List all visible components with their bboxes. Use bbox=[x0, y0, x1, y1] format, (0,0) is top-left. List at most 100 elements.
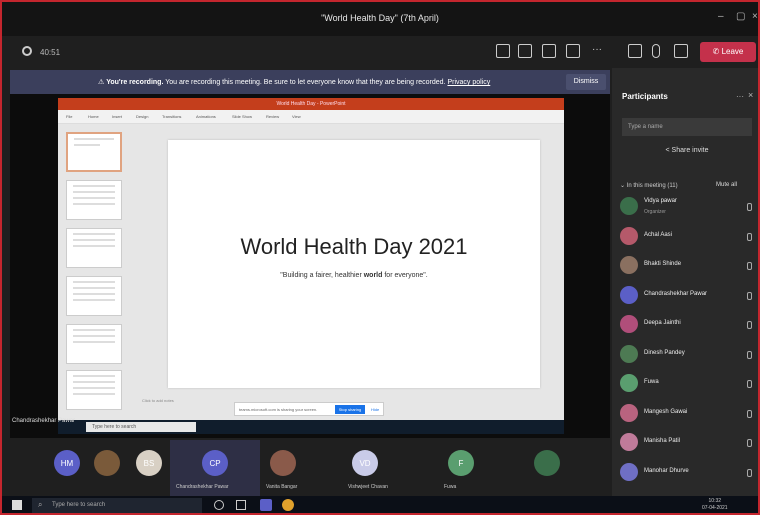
mic-icon bbox=[747, 468, 752, 477]
in-meeting-header: ⌄ In this meeting (11) bbox=[620, 183, 678, 189]
presenter-name: Chandrashekhar Pawar bbox=[12, 418, 76, 424]
slide-thumbnail bbox=[66, 228, 122, 268]
participant-row[interactable]: Achal Aasi bbox=[620, 224, 756, 250]
mic-icon bbox=[747, 291, 752, 300]
video-gallery: HM BS CP Chandrashekhar Pawar Vanita Bangar V… bbox=[10, 440, 610, 496]
participant-row[interactable]: Manohar Dhurve bbox=[620, 460, 756, 486]
ribbon-tab: Review bbox=[266, 114, 280, 119]
mute-all-button[interactable]: Mute all bbox=[716, 182, 737, 188]
avatar: CP bbox=[202, 450, 228, 476]
stop-sharing-button[interactable]: Stop sharing bbox=[335, 405, 365, 414]
ppt-title: World Health Day - PowerPoint bbox=[58, 98, 564, 110]
share-tray-icon[interactable] bbox=[674, 44, 688, 58]
shared-screen: World Health Day - PowerPoint File Home … bbox=[10, 94, 610, 438]
panel-more-icon[interactable]: ··· bbox=[736, 92, 744, 101]
participant-row[interactable]: Fuwa bbox=[620, 371, 756, 397]
mic-icon bbox=[747, 232, 752, 241]
panel-title: Participants bbox=[622, 92, 668, 101]
ppt-ribbon: File Home Insert Design Transitions Anim… bbox=[58, 110, 564, 124]
reactions-icon[interactable] bbox=[542, 44, 556, 58]
ribbon-tab: Insert bbox=[112, 114, 123, 119]
camera-icon[interactable] bbox=[628, 44, 642, 58]
chevron-down-icon: ⌄ bbox=[620, 183, 627, 189]
avatar bbox=[534, 450, 560, 476]
chrome-taskbar-icon[interactable] bbox=[282, 499, 294, 511]
video-tile[interactable]: VD Vishwjeet Chavan bbox=[348, 440, 428, 496]
tile-name: Vishwjeet Chavan bbox=[348, 484, 388, 490]
avatar bbox=[620, 197, 638, 215]
avatar bbox=[270, 450, 296, 476]
remote-taskbar: Type here to search bbox=[58, 420, 564, 434]
avatar bbox=[94, 450, 120, 476]
mic-icon bbox=[747, 262, 752, 270]
ribbon-tab: View bbox=[292, 114, 301, 119]
windows-search-input[interactable]: Type here to search bbox=[32, 498, 202, 513]
recording-banner: ⚠ You're recording. You are recording th… bbox=[10, 70, 610, 94]
chat-icon[interactable] bbox=[518, 44, 532, 58]
panel-close-icon[interactable]: × bbox=[748, 90, 753, 100]
participant-name: Manohar Dhurve bbox=[644, 467, 689, 474]
participant-name: Achal Aasi bbox=[644, 231, 673, 238]
participant-name: Manisha Patil bbox=[644, 438, 681, 444]
participant-row[interactable]: Chandrashekhar Pawar bbox=[620, 283, 756, 309]
participants-panel: Participants ··· × Type a name < Share i… bbox=[612, 68, 758, 498]
slide-notes: Click to add notes bbox=[142, 398, 174, 403]
slide-subtitle: "Building a fairer, healthier world for … bbox=[280, 272, 428, 279]
privacy-policy-link[interactable]: Privacy policy bbox=[447, 79, 490, 86]
powerpoint-window: World Health Day - PowerPoint File Home … bbox=[58, 98, 564, 420]
title-bar: "World Health Day" (7th April) – ▢ × bbox=[2, 2, 758, 36]
dismiss-button[interactable]: Dismiss bbox=[566, 74, 606, 90]
participant-row[interactable]: Mangesh Gawai bbox=[620, 401, 756, 427]
warning-icon: ⚠ bbox=[98, 79, 107, 86]
task-view-icon[interactable] bbox=[236, 500, 246, 510]
participant-name: Dinesh Pandey bbox=[644, 349, 685, 356]
windows-start-icon[interactable] bbox=[12, 500, 22, 510]
recording-message: ⚠ You're recording. You are recording th… bbox=[98, 79, 491, 86]
maximize-icon[interactable]: ▢ bbox=[736, 11, 745, 22]
tile-name: Vanita Bangar bbox=[266, 484, 298, 490]
participant-row[interactable]: Vidya pawar Organizer bbox=[620, 194, 756, 220]
mic-icon bbox=[747, 380, 752, 388]
mic-icon[interactable] bbox=[652, 44, 660, 58]
avatar: BS bbox=[136, 450, 162, 476]
participants-icon[interactable] bbox=[496, 44, 510, 58]
hide-button[interactable]: Hide bbox=[371, 407, 379, 412]
search-icon: ⌕ bbox=[38, 500, 43, 509]
participant-search-input[interactable]: Type a name bbox=[622, 118, 752, 136]
mic-icon bbox=[747, 439, 752, 447]
ribbon-tab: File bbox=[66, 114, 73, 119]
close-icon[interactable]: × bbox=[752, 11, 758, 22]
ribbon-tab: Animations bbox=[196, 114, 216, 119]
participant-row[interactable]: Manisha Patil bbox=[620, 430, 756, 456]
participant-row[interactable]: Deepa Jainthi bbox=[620, 312, 756, 338]
minimize-icon[interactable]: – bbox=[718, 11, 724, 22]
avatar: HM bbox=[54, 450, 80, 476]
avatar bbox=[620, 462, 638, 481]
share-invite-button[interactable]: < Share invite bbox=[622, 142, 752, 160]
teams-taskbar-icon[interactable] bbox=[260, 499, 272, 511]
leave-button[interactable]: ✆ Leave bbox=[700, 42, 756, 62]
mic-icon bbox=[747, 409, 752, 418]
slide-thumbnail bbox=[66, 180, 122, 220]
avatar bbox=[620, 433, 638, 451]
participant-row[interactable]: Dinesh Pandey bbox=[620, 342, 756, 368]
avatar: F bbox=[448, 450, 474, 476]
shield-icon bbox=[22, 46, 32, 56]
video-tile[interactable]: Vanita Bangar bbox=[266, 440, 346, 496]
cortana-icon[interactable] bbox=[214, 500, 224, 510]
window-title: "World Health Day" (7th April) bbox=[321, 13, 439, 23]
remote-search: Type here to search bbox=[86, 422, 196, 432]
participant-name: Bhakti Shinde bbox=[644, 261, 682, 267]
ribbon-tab: Design bbox=[136, 114, 149, 119]
phone-icon: ✆ bbox=[712, 47, 722, 56]
video-tile[interactable]: CP Chandrashekhar Pawar bbox=[170, 440, 260, 496]
participant-row[interactable]: Bhakti Shinde bbox=[620, 253, 756, 279]
avatar bbox=[620, 403, 638, 422]
participant-name: Deepa Jainthi bbox=[644, 320, 681, 326]
more-options-icon[interactable]: ··· bbox=[592, 44, 602, 55]
screen: "World Health Day" (7th April) – ▢ × 40:… bbox=[0, 0, 760, 515]
video-tile[interactable]: F Fuwa bbox=[444, 440, 524, 496]
rooms-icon[interactable] bbox=[566, 44, 580, 58]
video-tile[interactable] bbox=[530, 440, 610, 496]
ribbon-tab: Slide Show bbox=[232, 114, 253, 119]
